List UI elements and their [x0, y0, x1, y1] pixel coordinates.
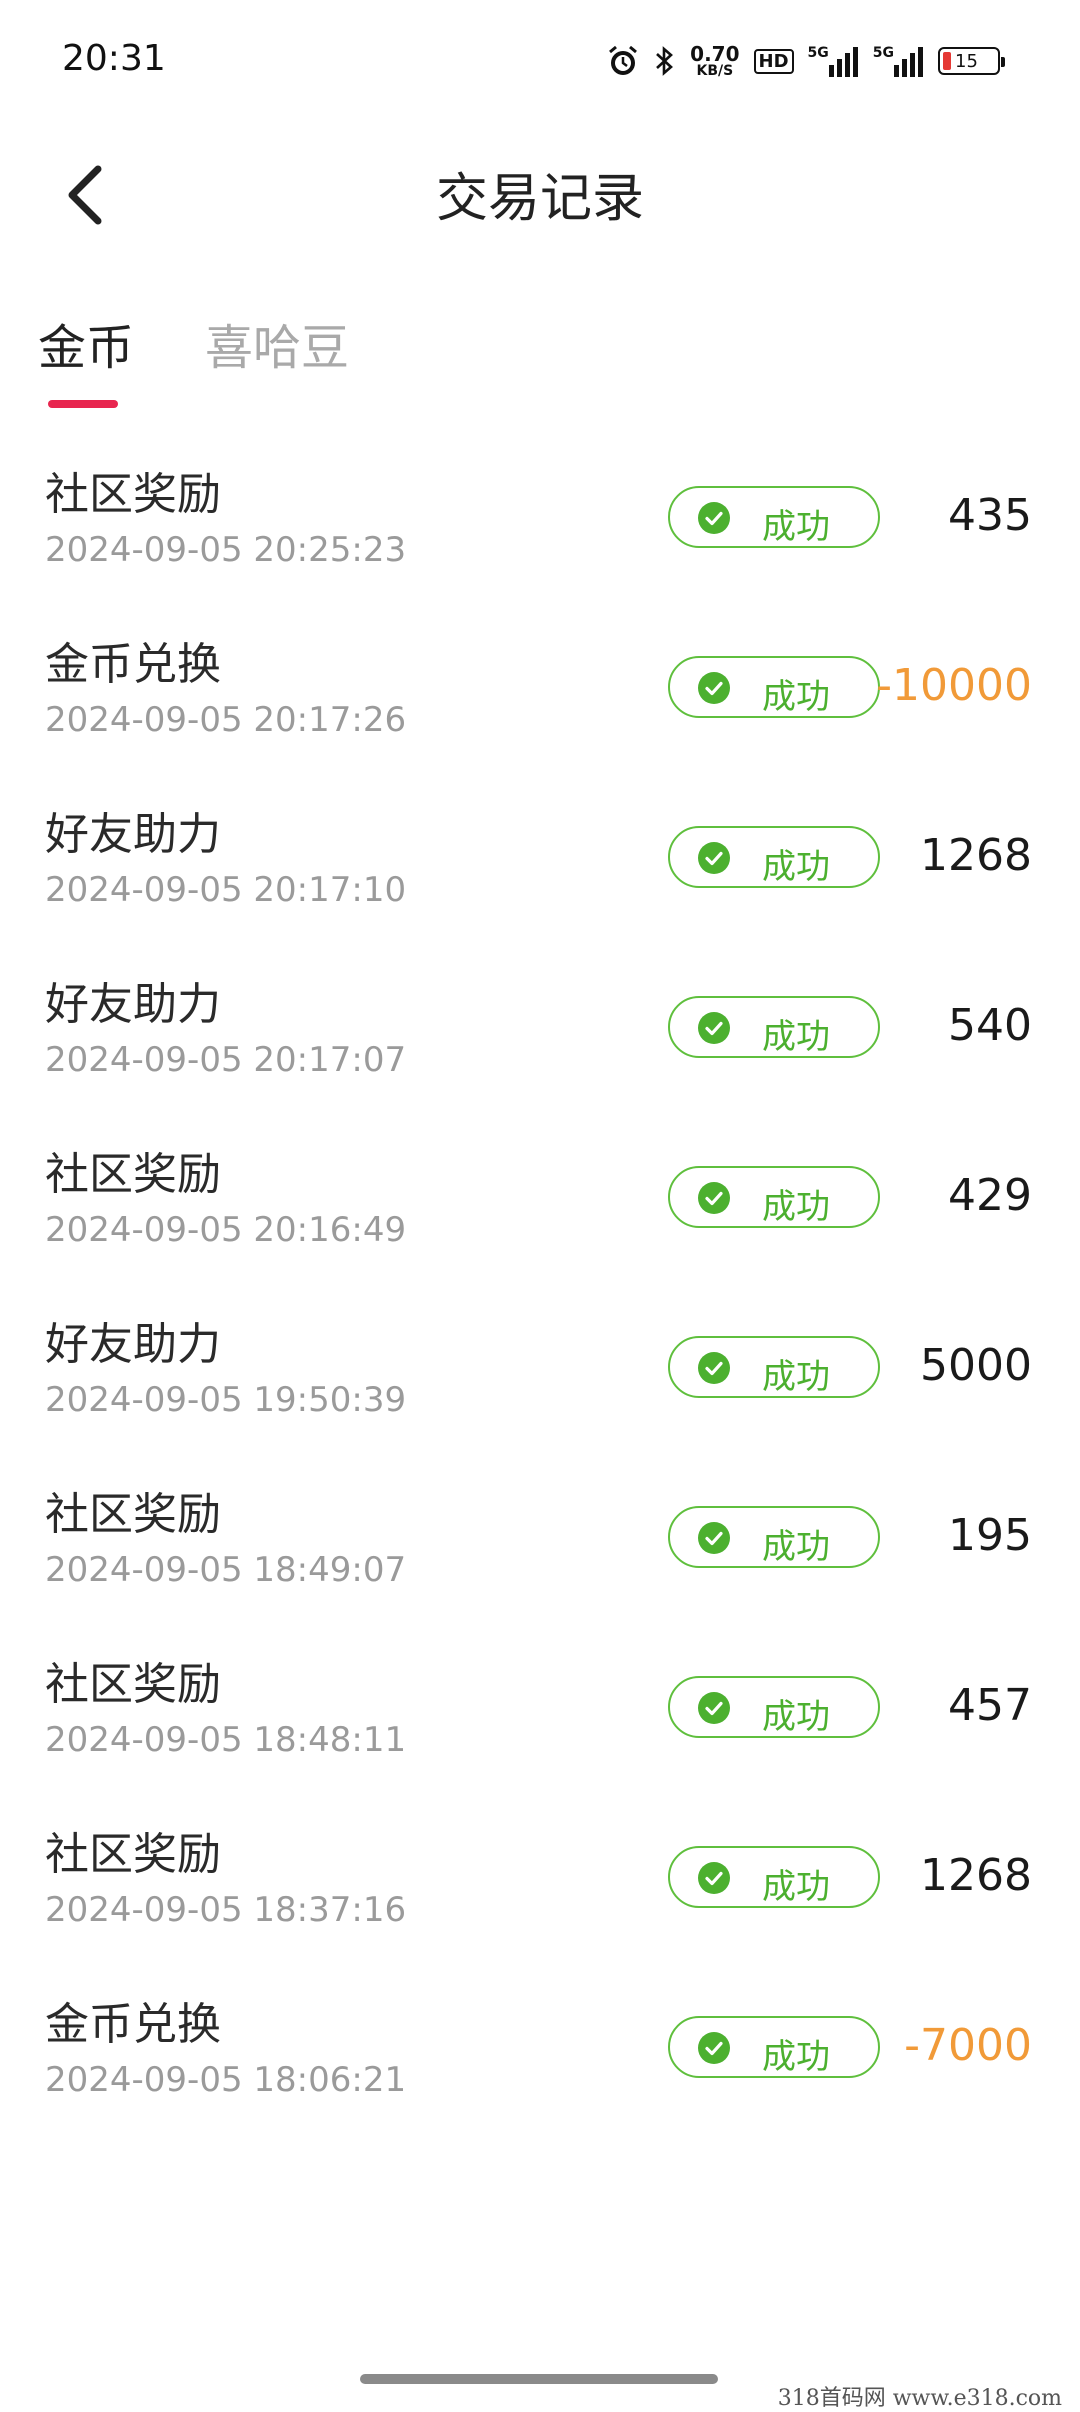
record-time: 2024-09-05 18:48:11 [45, 1720, 407, 1760]
record-amount: 429 [948, 1170, 1032, 1221]
check-circle-icon [698, 842, 730, 874]
status-badge: 成功 [668, 1846, 880, 1908]
watermark: 318首码网 www.e318.com [777, 2386, 1062, 2411]
list-item[interactable]: 社区奖励 2024-09-05 20:25:23 成功 435 [0, 430, 1080, 600]
signal-label: 5G [807, 45, 829, 61]
record-amount: 1268 [920, 830, 1032, 881]
check-circle-icon [698, 1352, 730, 1384]
list-item[interactable]: 好友助力 2024-09-05 19:50:39 成功 5000 [0, 1280, 1080, 1450]
status-time: 20:31 [62, 38, 166, 79]
record-time: 2024-09-05 20:17:26 [45, 700, 407, 740]
list-item[interactable]: 好友助力 2024-09-05 20:17:10 成功 1268 [0, 770, 1080, 940]
record-amount: 195 [948, 1510, 1032, 1561]
tab-bar: 金币 喜哈豆 [0, 290, 1080, 420]
check-circle-icon [698, 1522, 730, 1554]
tab-gold-coin[interactable]: 金币 [38, 308, 134, 378]
status-badge: 成功 [668, 486, 880, 548]
bluetooth-icon [654, 44, 676, 78]
home-indicator[interactable] [360, 2374, 718, 2384]
record-amount: 540 [948, 1000, 1032, 1051]
status-badge: 成功 [668, 1676, 880, 1738]
list-item[interactable]: 社区奖励 2024-09-05 20:16:49 成功 429 [0, 1110, 1080, 1280]
record-time: 2024-09-05 18:49:07 [45, 1550, 407, 1590]
record-amount: 457 [948, 1680, 1032, 1731]
check-circle-icon [698, 2032, 730, 2064]
battery-icon: 15 [938, 47, 1005, 75]
record-title: 社区奖励 [45, 469, 221, 520]
record-amount: 5000 [920, 1340, 1032, 1391]
record-title: 好友助力 [45, 809, 221, 860]
status-label: 成功 [762, 1187, 830, 1227]
record-amount: 435 [948, 490, 1032, 541]
check-circle-icon [698, 1862, 730, 1894]
status-badge: 成功 [668, 996, 880, 1058]
record-title: 好友助力 [45, 979, 221, 1030]
status-badge: 成功 [668, 1336, 880, 1398]
net-speed: 0.70 KB/S [690, 44, 739, 78]
list-item[interactable]: 好友助力 2024-09-05 20:17:07 成功 540 [0, 940, 1080, 1110]
record-title: 社区奖励 [45, 1489, 221, 1540]
record-title: 社区奖励 [45, 1829, 221, 1880]
hd-badge: HD [753, 48, 794, 74]
status-badge: 成功 [668, 1506, 880, 1568]
record-time: 2024-09-05 18:37:16 [45, 1890, 407, 1930]
list-item[interactable]: 社区奖励 2024-09-05 18:48:11 成功 457 [0, 1620, 1080, 1790]
record-time: 2024-09-05 20:16:49 [45, 1210, 407, 1250]
check-circle-icon [698, 1012, 730, 1044]
signal-icon: 5G [808, 45, 859, 77]
record-title: 金币兑换 [45, 1999, 221, 2050]
record-amount: 1268 [920, 1850, 1032, 1901]
record-title: 金币兑换 [45, 639, 221, 690]
app-header: 交易记录 [0, 120, 1080, 270]
status-label: 成功 [762, 677, 830, 717]
list-item[interactable]: 金币兑换 2024-09-05 20:17:26 成功 -10000 [0, 600, 1080, 770]
status-label: 成功 [762, 1867, 830, 1907]
status-bar: 20:31 0.70 KB/S HD 5G 5G 15 [0, 0, 1080, 120]
battery-fill [943, 52, 951, 70]
status-label: 成功 [762, 1017, 830, 1057]
record-title: 好友助力 [45, 1319, 221, 1370]
status-badge: 成功 [668, 2016, 880, 2078]
tab-xiha-bean[interactable]: 喜哈豆 [205, 308, 349, 378]
status-label: 成功 [762, 2037, 830, 2077]
status-label: 成功 [762, 1697, 830, 1737]
signal-label: 5G [872, 45, 894, 61]
status-icons: 0.70 KB/S HD 5G 5G 15 [606, 38, 1005, 84]
transaction-list: 社区奖励 2024-09-05 20:25:23 成功 435 金币兑换 202… [0, 430, 1080, 2130]
battery-level: 15 [955, 50, 978, 72]
tab-indicator [48, 400, 118, 408]
list-item[interactable]: 社区奖励 2024-09-05 18:49:07 成功 195 [0, 1450, 1080, 1620]
status-badge: 成功 [668, 1166, 880, 1228]
check-circle-icon [698, 1182, 730, 1214]
page-title: 交易记录 [435, 169, 644, 229]
check-circle-icon [698, 1692, 730, 1724]
check-circle-icon [698, 502, 730, 534]
check-circle-icon [698, 672, 730, 704]
record-title: 社区奖励 [45, 1149, 221, 1200]
list-item[interactable]: 社区奖励 2024-09-05 18:37:16 成功 1268 [0, 1790, 1080, 1960]
status-label: 成功 [762, 507, 830, 547]
record-time: 2024-09-05 20:17:07 [45, 1040, 407, 1080]
signal-icon: 5G [873, 45, 924, 77]
status-label: 成功 [762, 1527, 830, 1567]
record-time: 2024-09-05 18:06:21 [45, 2060, 407, 2100]
record-time: 2024-09-05 20:17:10 [45, 870, 407, 910]
net-speed-unit: KB/S [696, 63, 734, 79]
status-label: 成功 [762, 1357, 830, 1397]
alarm-icon [606, 44, 640, 78]
net-speed-value: 0.70 [690, 42, 740, 66]
record-title: 社区奖励 [45, 1659, 221, 1710]
status-label: 成功 [762, 847, 830, 887]
list-item[interactable]: 金币兑换 2024-09-05 18:06:21 成功 -7000 [0, 1960, 1080, 2130]
status-badge: 成功 [668, 656, 880, 718]
record-amount: -7000 [904, 2020, 1032, 2071]
record-amount: -10000 [876, 660, 1032, 711]
record-time: 2024-09-05 19:50:39 [45, 1380, 407, 1420]
status-badge: 成功 [668, 826, 880, 888]
record-time: 2024-09-05 20:25:23 [45, 530, 407, 570]
